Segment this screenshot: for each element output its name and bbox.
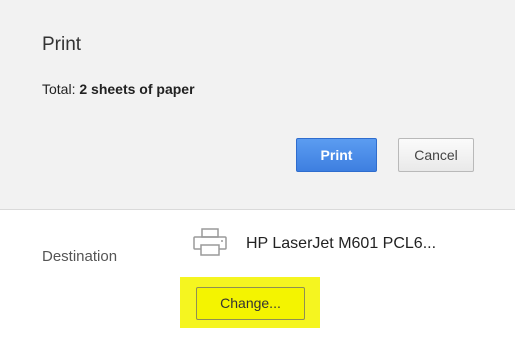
destination-label: Destination xyxy=(42,248,118,265)
cancel-button[interactable]: Cancel xyxy=(398,138,474,172)
total-label: Total: xyxy=(42,81,80,97)
page-title: Print xyxy=(42,34,82,55)
total-value: 2 sheets of paper xyxy=(79,81,195,97)
dialog-header xyxy=(0,0,515,209)
change-destination-button[interactable]: Change... xyxy=(196,287,305,320)
print-button[interactable]: Print xyxy=(296,138,377,172)
total-sheets: Total: 2 sheets of paper xyxy=(42,80,195,98)
printer-icon xyxy=(193,228,227,256)
printer-name[interactable]: HP LaserJet M601 PCL6... xyxy=(246,234,436,254)
